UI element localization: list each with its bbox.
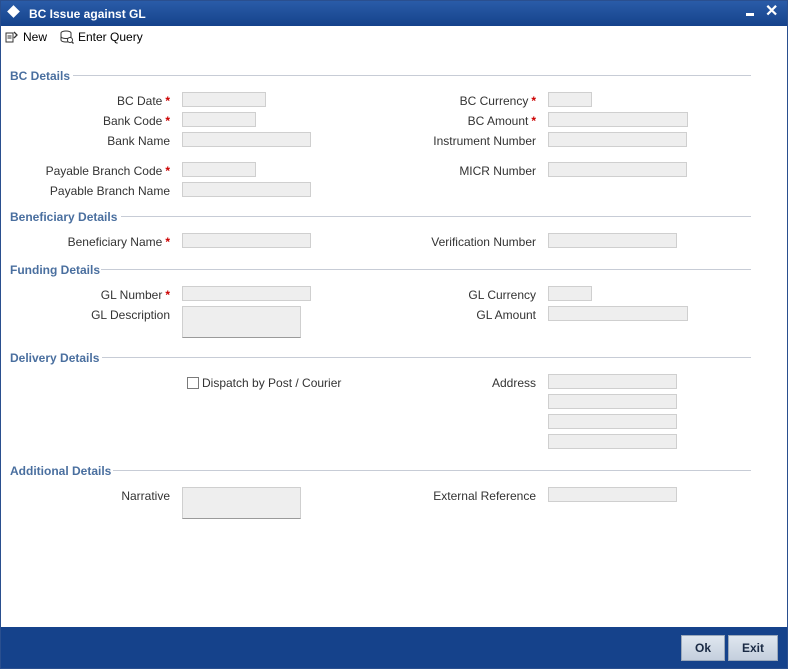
micr-number-field[interactable]	[548, 162, 687, 177]
section-divider	[102, 357, 751, 358]
beneficiary-name-label: Beneficiary Name *	[67, 235, 170, 249]
close-icon[interactable]: ✕	[765, 3, 778, 21]
address-line-2-field[interactable]	[548, 394, 677, 409]
section-beneficiary-details: Beneficiary Details	[10, 210, 118, 224]
address-line-3-field[interactable]	[548, 414, 677, 429]
new-label: New	[23, 30, 48, 44]
gl-currency-field[interactable]	[548, 286, 592, 301]
gl-number-field[interactable]	[182, 286, 311, 301]
section-additional-details: Additional Details	[10, 464, 112, 478]
bank-name-label: Bank Name	[107, 134, 170, 148]
address-line-1-field[interactable]	[548, 374, 677, 389]
gl-amount-label: GL Amount	[476, 308, 536, 322]
gl-amount-field[interactable]	[548, 306, 688, 321]
bc-issue-window: BC Issue against GL ✕ New Enter Query BC…	[0, 0, 788, 669]
payable-branch-code-label: Payable Branch Code *	[45, 164, 170, 178]
gl-description-field[interactable]	[182, 306, 301, 338]
verification-number-field[interactable]	[548, 233, 677, 248]
required-marker: *	[165, 94, 170, 108]
exit-button[interactable]: Exit	[728, 635, 778, 661]
dispatch-checkbox[interactable]	[187, 377, 199, 389]
toolbar: New Enter Query	[1, 26, 787, 48]
address-label: Address	[491, 376, 536, 390]
bank-name-field[interactable]	[182, 132, 311, 147]
beneficiary-name-field[interactable]	[182, 233, 311, 248]
verification-number-label: Verification Number	[431, 235, 536, 249]
ok-button[interactable]: Ok	[681, 635, 725, 661]
gl-number-label: GL Number *	[100, 288, 170, 302]
query-icon	[60, 30, 74, 44]
required-marker: *	[165, 288, 170, 302]
required-marker: *	[531, 114, 536, 128]
section-divider	[73, 75, 751, 76]
gl-description-label: GL Description	[91, 308, 170, 322]
bc-currency-field[interactable]	[548, 92, 592, 107]
bank-code-label: Bank Code *	[102, 114, 170, 128]
narrative-label: Narrative	[121, 489, 170, 503]
dispatch-label: Dispatch by Post / Courier	[202, 376, 342, 390]
window-title: BC Issue against GL	[29, 7, 146, 21]
section-delivery-details: Delivery Details	[10, 351, 100, 365]
gl-currency-label: GL Currency	[468, 288, 536, 302]
narrative-field[interactable]	[182, 487, 301, 519]
instrument-number-label: Instrument Number	[433, 134, 536, 148]
bank-code-field[interactable]	[182, 112, 256, 127]
enter-query-label: Enter Query	[78, 30, 143, 44]
instrument-number-field[interactable]	[548, 132, 687, 147]
enter-query-button[interactable]: Enter Query	[60, 29, 143, 45]
new-icon	[5, 30, 19, 44]
external-reference-field[interactable]	[548, 487, 677, 502]
micr-number-label: MICR Number	[459, 164, 536, 178]
payable-branch-code-field[interactable]	[182, 162, 256, 177]
payable-branch-name-field[interactable]	[182, 182, 311, 197]
footer-bar	[1, 627, 787, 668]
bc-amount-label: BC Amount *	[467, 114, 536, 128]
section-divider	[101, 269, 751, 270]
window-menu-icon[interactable]	[7, 5, 20, 18]
section-divider	[113, 470, 751, 471]
bc-amount-field[interactable]	[548, 112, 688, 127]
section-bc-details: BC Details	[10, 69, 71, 83]
title-bar: BC Issue against GL ✕	[1, 1, 787, 26]
bc-currency-label: BC Currency *	[459, 94, 536, 108]
new-button[interactable]: New	[5, 29, 47, 45]
payable-branch-name-label: Payable Branch Name	[49, 184, 170, 198]
required-marker: *	[165, 114, 170, 128]
minimize-icon[interactable]	[746, 13, 754, 16]
required-marker: *	[165, 235, 170, 249]
address-line-4-field[interactable]	[548, 434, 677, 449]
bc-date-field[interactable]	[182, 92, 266, 107]
external-reference-label: External Reference	[433, 489, 536, 503]
required-marker: *	[165, 164, 170, 178]
bc-date-label: BC Date *	[116, 94, 170, 108]
required-marker: *	[531, 94, 536, 108]
section-funding-details: Funding Details	[10, 263, 100, 277]
section-divider	[121, 216, 751, 217]
